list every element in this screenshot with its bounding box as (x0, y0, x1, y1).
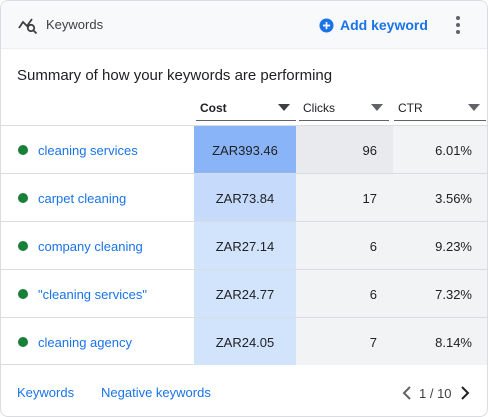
column-header-clicks[interactable]: Clicks (299, 97, 389, 121)
table-row: cleaning agency ZAR24.05 7 8.14% (1, 317, 487, 365)
clicks-cell: 96 (296, 126, 393, 173)
add-keyword-button[interactable]: Add keyword (319, 14, 428, 36)
ctr-cell: 6.01% (393, 126, 487, 173)
column-label: Cost (200, 101, 227, 115)
keyword-link[interactable]: cleaning services (38, 143, 138, 158)
status-dot-icon (18, 241, 28, 251)
column-label: CTR (398, 101, 423, 115)
table-row: "cleaning services" ZAR24.77 6 7.32% (1, 269, 487, 317)
cost-cell: ZAR24.05 (194, 318, 296, 365)
clicks-cell: 6 (296, 270, 393, 317)
ctr-cell: 7.32% (393, 270, 487, 317)
column-header-cost[interactable]: Cost (196, 97, 296, 121)
card-header: Keywords Add keyword (1, 1, 487, 49)
status-dot-icon (18, 289, 28, 299)
keywords-link[interactable]: Keywords (17, 385, 74, 400)
keywords-table: cleaning services ZAR393.46 96 6.01% car… (1, 125, 487, 365)
status-dot-icon (18, 193, 28, 203)
column-label: Clicks (303, 101, 335, 115)
keyword-link[interactable]: "cleaning services" (38, 287, 147, 302)
keyword-link[interactable]: company cleaning (38, 239, 143, 254)
cost-cell: ZAR24.77 (194, 270, 296, 317)
keyword-link[interactable]: carpet cleaning (38, 191, 126, 206)
dropdown-arrow-icon (468, 104, 480, 111)
ctr-cell: 3.56% (393, 174, 487, 221)
table-row: carpet cleaning ZAR73.84 17 3.56% (1, 173, 487, 221)
chevron-left-icon[interactable] (400, 385, 414, 401)
card-title: Keywords (46, 17, 104, 32)
table-row: cleaning services ZAR393.46 96 6.01% (1, 125, 487, 173)
add-circle-icon (319, 17, 334, 33)
status-dot-icon (18, 145, 28, 155)
cost-cell: ZAR27.14 (194, 222, 296, 269)
keyword-insights-icon (18, 18, 38, 35)
clicks-cell: 17 (296, 174, 393, 221)
clicks-cell: 7 (296, 318, 393, 365)
add-keyword-label: Add keyword (340, 17, 428, 33)
chevron-right-icon[interactable] (458, 385, 472, 401)
cost-cell: ZAR73.84 (194, 174, 296, 221)
dropdown-arrow-icon (371, 104, 383, 111)
ctr-cell: 8.14% (393, 318, 487, 365)
table-row: company cleaning ZAR27.14 6 9.23% (1, 221, 487, 269)
status-dot-icon (18, 337, 28, 347)
more-vert-icon[interactable] (448, 13, 468, 37)
column-header-ctr[interactable]: CTR (394, 97, 486, 121)
pagination-label: 1 / 10 (419, 386, 452, 401)
sort-arrow-icon (278, 104, 290, 111)
card-subtitle: Summary of how your keywords are perform… (17, 67, 333, 84)
negative-keywords-link[interactable]: Negative keywords (101, 385, 211, 400)
cost-cell: ZAR393.46 (194, 126, 296, 173)
keyword-link[interactable]: cleaning agency (38, 335, 132, 350)
keywords-card: Keywords Add keyword Summary of how your… (0, 0, 488, 417)
ctr-cell: 9.23% (393, 222, 487, 269)
clicks-cell: 6 (296, 222, 393, 269)
card-footer: Keywords Negative keywords 1 / 10 (1, 381, 487, 405)
